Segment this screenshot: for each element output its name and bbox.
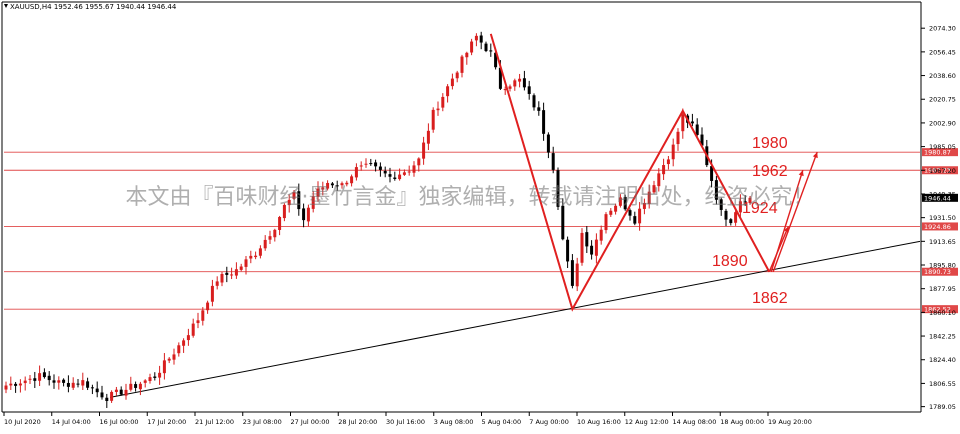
y-tick-label-10: 1895.80	[929, 262, 956, 270]
x-tick-label-11: 7 Aug 00:00	[529, 418, 569, 426]
chart-background	[0, 0, 960, 429]
y-tick-label-9: 1913.65	[929, 238, 956, 246]
chart-svg: 1980.871967.231924.861890.731862.52 1980…	[0, 0, 960, 429]
y-tick-label-8: 1931.50	[929, 214, 956, 222]
current-price-tag: 1946.44	[924, 194, 951, 202]
x-tick-label-10: 5 Aug 04:00	[482, 418, 522, 426]
y-tick-label-11: 1877.95	[929, 285, 956, 293]
annotation-1890: 1890	[712, 253, 748, 270]
symbol-ohlc-header: XAUUSD,H4 1952.46 1955.67 1940.44 1946.4…	[10, 3, 177, 11]
x-tick-label-2: 16 Jul 00:00	[100, 418, 139, 426]
y-tick-label-6: 1967.20	[929, 167, 956, 175]
y-tick-label-2: 2038.60	[929, 72, 956, 80]
x-tick-label-6: 27 Jul 00:00	[291, 418, 330, 426]
x-tick-label-8: 30 Jul 16:00	[386, 418, 425, 426]
x-tick-label-9: 3 Aug 08:00	[434, 418, 474, 426]
x-tick-label-16: 19 Aug 20:00	[768, 418, 812, 426]
x-tick-label-7: 28 Jul 20:00	[338, 418, 377, 426]
y-tick-label-14: 1824.40	[929, 356, 956, 364]
watermark: 本文由『百味财经·墨竹言金』独家编辑，转载请注明出处，经盗必究！	[126, 185, 815, 210]
x-tick-label-5: 23 Jul 08:00	[243, 418, 282, 426]
y-tick-label-1: 2056.45	[929, 48, 956, 56]
price-chart[interactable]: 1980.87 1967.23 1924.86 1890.73 1862.52 1980…	[0, 0, 960, 429]
candle	[431, 107, 435, 133]
annotation-1980: 1980	[752, 135, 788, 152]
y-tick-label-13: 1842.25	[929, 333, 956, 341]
y-tick-label-12: 1860.10	[929, 309, 956, 317]
x-tick-label-13: 12 Aug 12:00	[625, 418, 669, 426]
y-tick-label-15: 1806.55	[929, 380, 956, 388]
x-tick-label-0: 10 Jul 2020	[4, 418, 41, 426]
x-tick-label-3: 17 Jul 20:00	[147, 418, 186, 426]
candle	[580, 228, 584, 266]
x-tick-label-15: 18 Aug 00:00	[720, 418, 764, 426]
y-tick-label-4: 2002.90	[929, 119, 956, 127]
annotation-1962: 1962	[752, 163, 788, 180]
level-label-2: 1924.86	[924, 223, 951, 231]
x-tick-label-12: 10 Aug 16:00	[577, 418, 621, 426]
y-tick-label-0: 2074.30	[929, 25, 956, 33]
y-tick-label-16: 1789.05	[929, 403, 956, 411]
x-tick-label-1: 14 Jul 04:00	[52, 418, 91, 426]
annotation-1862: 1862	[752, 290, 788, 307]
y-tick-label-5: 1985.05	[929, 143, 956, 151]
x-tick-label-14: 14 Aug 08:00	[673, 418, 717, 426]
x-tick-label-4: 21 Jul 12:00	[195, 418, 234, 426]
y-tick-label-3: 2020.75	[929, 96, 956, 104]
